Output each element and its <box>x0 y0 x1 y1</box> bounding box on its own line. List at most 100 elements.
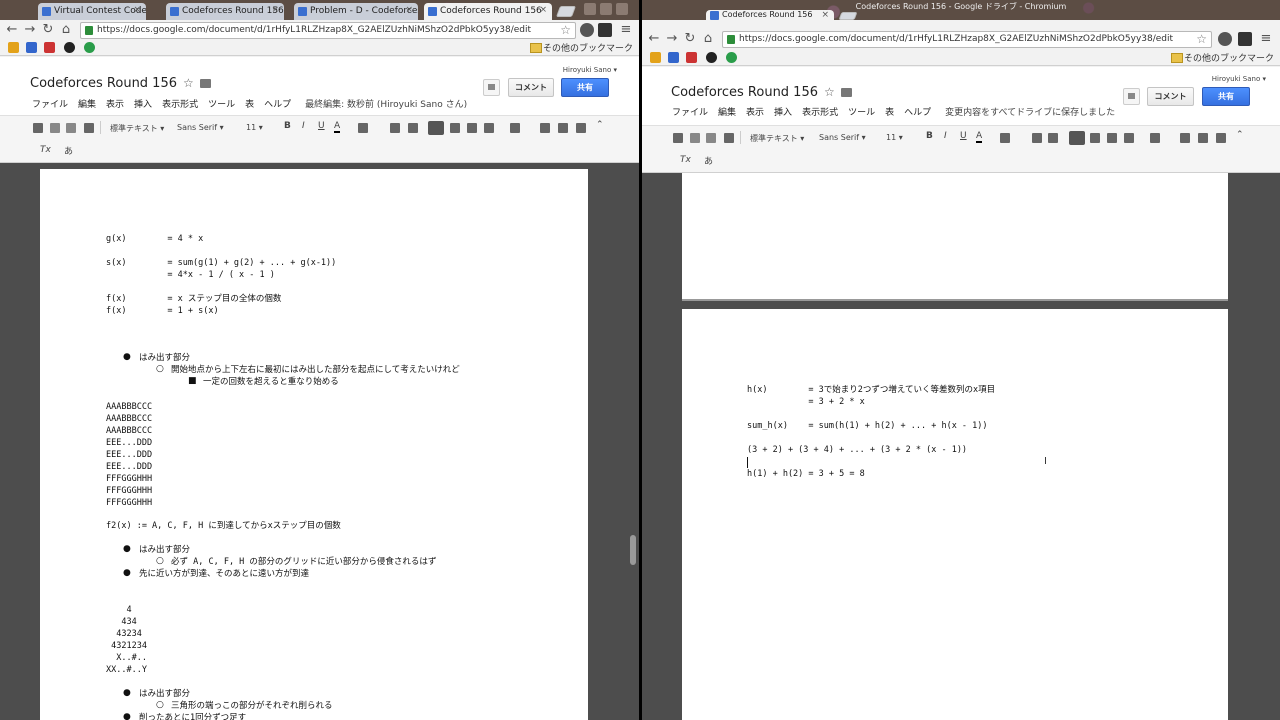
extension-icon[interactable] <box>1218 32 1232 46</box>
browser-tab-active[interactable]: Codeforces Round 156 × <box>706 10 834 20</box>
last-edit-status[interactable]: 最終編集: 数秒前 (Hiroyuki Sano さん) <box>305 100 467 110</box>
input-tools-icon[interactable]: あ <box>64 144 73 157</box>
drive-icon[interactable] <box>726 52 737 63</box>
align-center-icon[interactable] <box>450 123 460 133</box>
back-icon[interactable]: ← <box>646 31 662 47</box>
tab-close-icon[interactable]: × <box>405 5 413 15</box>
menu-tools[interactable]: ツール <box>848 108 875 118</box>
bookmark-star-icon[interactable]: ☆ <box>1196 32 1207 46</box>
line-spacing-icon[interactable] <box>1150 133 1160 143</box>
account-name[interactable]: Hiroyuki Sano ▾ <box>563 66 617 74</box>
bookmark-icon[interactable] <box>668 52 679 63</box>
home-icon[interactable]: ⌂ <box>700 31 716 47</box>
comment-insert-icon[interactable] <box>408 123 418 133</box>
menu-table[interactable]: 表 <box>245 100 254 110</box>
line-spacing-icon[interactable] <box>510 123 520 133</box>
numbered-list-icon[interactable] <box>1180 133 1190 143</box>
menu-help[interactable]: ヘルプ <box>904 108 931 118</box>
chat-icon[interactable] <box>483 79 500 96</box>
input-tools-icon[interactable]: あ <box>704 154 713 167</box>
highlight-icon[interactable] <box>1000 133 1010 143</box>
folder-icon[interactable] <box>199 79 211 88</box>
extension-icon[interactable] <box>1238 32 1252 46</box>
clear-formatting-icon[interactable]: Tx <box>680 155 691 165</box>
doc-title[interactable]: Codeforces Round 156 <box>30 76 177 91</box>
share-button[interactable]: 共有 <box>561 78 609 97</box>
menu-file[interactable]: ファイル <box>672 108 708 118</box>
document-page[interactable] <box>682 309 1228 720</box>
other-bookmarks-folder[interactable]: その他のブックマーク <box>529 41 633 54</box>
comment-button[interactable]: コメント <box>1147 87 1194 106</box>
collapse-toolbar-icon[interactable]: ⌃ <box>1236 130 1244 140</box>
browser-tab[interactable]: Virtual Contest Codeforces× <box>38 3 146 20</box>
menu-format[interactable]: 表示形式 <box>162 100 198 110</box>
minimize-icon[interactable] <box>584 3 596 15</box>
forward-icon[interactable]: → <box>664 31 680 47</box>
extension-icon[interactable] <box>580 23 594 37</box>
italic-icon[interactable]: I <box>302 121 305 131</box>
align-right-icon[interactable] <box>467 123 477 133</box>
print-icon[interactable] <box>33 123 43 133</box>
highlight-icon[interactable] <box>358 123 368 133</box>
bookmark-icon[interactable] <box>686 52 697 63</box>
print-icon[interactable] <box>673 133 683 143</box>
menu-icon[interactable]: ≡ <box>618 22 634 38</box>
menu-edit[interactable]: 編集 <box>718 108 736 118</box>
bookmark-icon[interactable] <box>26 42 37 53</box>
tab-close-icon[interactable]: × <box>821 10 829 20</box>
folder-icon[interactable] <box>840 88 852 97</box>
menu-tools[interactable]: ツール <box>208 100 235 110</box>
align-justify-icon[interactable] <box>484 123 494 133</box>
clear-formatting-icon[interactable]: Tx <box>40 145 51 155</box>
text-color-icon[interactable]: A <box>334 121 341 133</box>
redo-icon[interactable] <box>706 133 716 143</box>
font-select[interactable]: Sans Serif ▾ <box>819 133 866 142</box>
menu-file[interactable]: ファイル <box>32 100 68 110</box>
align-right-icon[interactable] <box>1107 133 1117 143</box>
bookmark-icon[interactable] <box>8 42 19 53</box>
github-icon[interactable] <box>64 42 75 53</box>
menu-icon[interactable]: ≡ <box>1258 31 1274 47</box>
other-bookmarks-folder[interactable]: その他のブックマーク <box>1170 51 1274 64</box>
chat-icon[interactable] <box>1123 88 1140 105</box>
align-justify-icon[interactable] <box>1124 133 1134 143</box>
document-page-previous[interactable] <box>682 173 1228 301</box>
collapse-toolbar-icon[interactable]: ⌃ <box>596 120 604 130</box>
drive-icon[interactable] <box>84 42 95 53</box>
undo-icon[interactable] <box>690 133 700 143</box>
menu-insert[interactable]: 挿入 <box>774 108 792 118</box>
align-left-icon[interactable] <box>428 121 444 135</box>
tab-close-icon[interactable]: × <box>539 5 547 15</box>
bold-icon[interactable]: B <box>926 131 933 141</box>
browser-tab[interactable]: Problem - D - Codeforces × <box>294 3 418 20</box>
account-name[interactable]: Hiroyuki Sano ▾ <box>1212 75 1266 83</box>
bulleted-list-icon[interactable] <box>558 123 568 133</box>
menu-insert[interactable]: 挿入 <box>134 100 152 110</box>
undo-icon[interactable] <box>50 123 60 133</box>
align-center-icon[interactable] <box>1090 133 1100 143</box>
numbered-list-icon[interactable] <box>540 123 550 133</box>
new-tab-button[interactable] <box>838 12 858 20</box>
paint-format-icon[interactable] <box>84 123 94 133</box>
star-icon[interactable]: ☆ <box>183 76 194 90</box>
browser-tab[interactable]: Codeforces Round 156 (Div...× <box>166 3 284 20</box>
link-icon[interactable] <box>1032 133 1042 143</box>
link-icon[interactable] <box>390 123 400 133</box>
bold-icon[interactable]: B <box>284 121 291 131</box>
address-bar[interactable]: https://docs.google.com/document/d/1rHfy… <box>722 31 1212 48</box>
menu-view[interactable]: 表示 <box>106 100 124 110</box>
reload-icon[interactable]: ↻ <box>682 31 698 47</box>
tab-close-icon[interactable]: × <box>133 5 141 15</box>
indent-icon[interactable] <box>1216 133 1226 143</box>
bookmark-star-icon[interactable]: ☆ <box>560 23 571 37</box>
menu-format[interactable]: 表示形式 <box>802 108 838 118</box>
reload-icon[interactable]: ↻ <box>40 22 56 38</box>
indent-icon[interactable] <box>576 123 586 133</box>
share-button[interactable]: 共有 <box>1202 87 1250 106</box>
comment-insert-icon[interactable] <box>1048 133 1058 143</box>
comment-button[interactable]: コメント <box>508 78 554 97</box>
extension-icon[interactable] <box>598 23 612 37</box>
doc-title[interactable]: Codeforces Round 156 <box>671 85 818 100</box>
address-bar[interactable]: https://docs.google.com/document/d/1rHfy… <box>80 22 576 39</box>
text-color-icon[interactable]: A <box>976 131 983 143</box>
